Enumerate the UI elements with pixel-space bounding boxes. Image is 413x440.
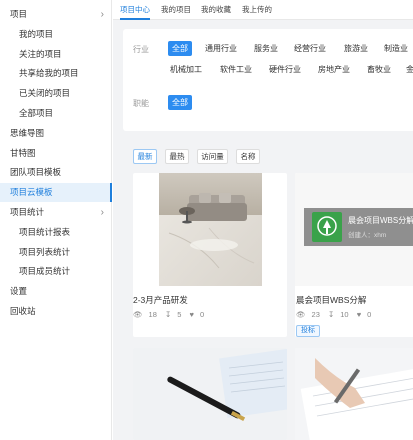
industry-tag-service[interactable]: 服务业 [250,41,282,56]
download-count: 5 [177,310,182,319]
industry-tag-more[interactable]: 金 [402,62,413,77]
sort-newest-button[interactable]: 最新 [133,149,157,164]
sidebar-item-project-stats[interactable]: 项目统计 › [0,203,112,222]
main-content: 项目中心 我的项目 我的收藏 我上传的 行业 全部 通用行业 服务业 经营行业 … [113,0,413,440]
card-stats: 👁 23 ↧ 10 ♥ 0 [296,310,377,319]
tab-my-favorites[interactable]: 我的收藏 [201,0,231,20]
card-title[interactable]: 2-3月产品研发 [133,294,188,306]
chevron-right-icon: › [100,207,104,218]
tab-my-uploads[interactable]: 我上传的 [242,0,272,20]
industry-tag-livestock[interactable]: 畜牧业 [363,62,395,77]
industry-tag-real-estate[interactable]: 房地产业 [314,62,354,77]
sidebar-item-gantt[interactable]: 甘特图 [0,144,112,163]
industry-tag-tourism[interactable]: 旅游业 [340,41,372,56]
bid-badge: 投标 [296,325,320,337]
sidebar-item-settings[interactable]: 设置 [0,282,112,301]
function-label: 职能 [133,99,149,108]
sort-name-button[interactable]: 名称 [236,149,260,164]
sidebar-item-projects[interactable]: 项目 › [0,5,112,24]
template-card[interactable] [295,348,413,440]
sidebar-item-mind-map[interactable]: 思维导图 [0,124,112,143]
industry-tag-business[interactable]: 经营行业 [290,41,330,56]
eye-icon: 👁 [133,310,143,319]
heart-icon: ♥ [356,310,362,319]
sidebar-item-recycle-bin[interactable]: 回收站 [0,302,112,321]
preview-banner: 晨会项目WBS分解 创建人：xhm [304,208,413,246]
sidebar-item-my-projects[interactable]: 我的项目 [0,25,112,44]
preview-creator: 创建人：xhm [348,232,387,239]
sidebar-item-closed-projects[interactable]: 已关闭的项目 [0,84,112,103]
template-card[interactable] [133,348,287,440]
card-thumbnail: 晨会项目WBS分解 创建人：xhm [295,173,413,286]
sort-views-button[interactable]: 访问量 [197,149,228,164]
function-tag-all[interactable]: 全部 [168,95,192,110]
sidebar-item-cloud-templates[interactable]: 项目云模板 [0,183,112,202]
industry-tag-machining[interactable]: 机械加工 [166,62,206,77]
download-icon: ↧ [164,310,172,319]
industry-tag-general[interactable]: 通用行业 [201,41,241,56]
tab-project-center[interactable]: 项目中心 [120,0,150,20]
sidebar-item-stats-report[interactable]: 项目统计报表 [0,223,112,242]
tab-my-projects[interactable]: 我的项目 [161,0,191,20]
card-title[interactable]: 晨会项目WBS分解 [296,294,366,306]
tree-icon [312,212,342,242]
sidebar-item-list-stats[interactable]: 项目列表统计 [0,243,112,262]
like-count: 0 [367,310,372,319]
sidebar-item-team-templates[interactable]: 团队项目模板 [0,163,112,182]
eye-icon: 👁 [296,310,306,319]
preview-title: 晨会项目WBS分解 [348,216,413,225]
industry-tag-software[interactable]: 软件工业 [216,62,256,77]
card-thumbnail [133,348,287,440]
download-icon: ↧ [327,310,335,319]
sort-hottest-button[interactable]: 最热 [165,149,189,164]
download-count: 10 [340,310,349,319]
card-thumbnail [295,348,413,440]
view-count: 23 [311,310,320,319]
sidebar-item-followed-projects[interactable]: 关注的项目 [0,45,112,64]
industry-tag-all[interactable]: 全部 [168,41,192,56]
sidebar-item-member-stats[interactable]: 项目成员统计 [0,262,112,281]
sidebar-item-shared-projects[interactable]: 共享给我的项目 [0,64,112,83]
industry-label: 行业 [133,45,149,54]
card-thumbnail [159,173,262,286]
like-count: 0 [199,310,205,319]
heart-icon: ♥ [189,310,194,319]
industry-tag-manufacturing[interactable]: 制造业 [380,41,412,56]
chevron-right-icon: › [100,9,104,20]
card-stats: 👁 18 ↧ 5 ♥ 0 [133,310,210,319]
filter-panel: 行业 全部 通用行业 服务业 经营行业 旅游业 制造业 机械加工 软件工业 硬件… [123,29,413,131]
tab-bar: 项目中心 我的项目 我的收藏 我上传的 [113,0,413,20]
sidebar: 项目 › 我的项目 关注的项目 共享给我的项目 已关闭的项目 全部项目 思维导图 … [0,0,112,440]
view-count: 18 [148,310,157,319]
industry-tag-hardware[interactable]: 硬件行业 [265,62,305,77]
sidebar-item-all-projects[interactable]: 全部项目 [0,104,112,123]
